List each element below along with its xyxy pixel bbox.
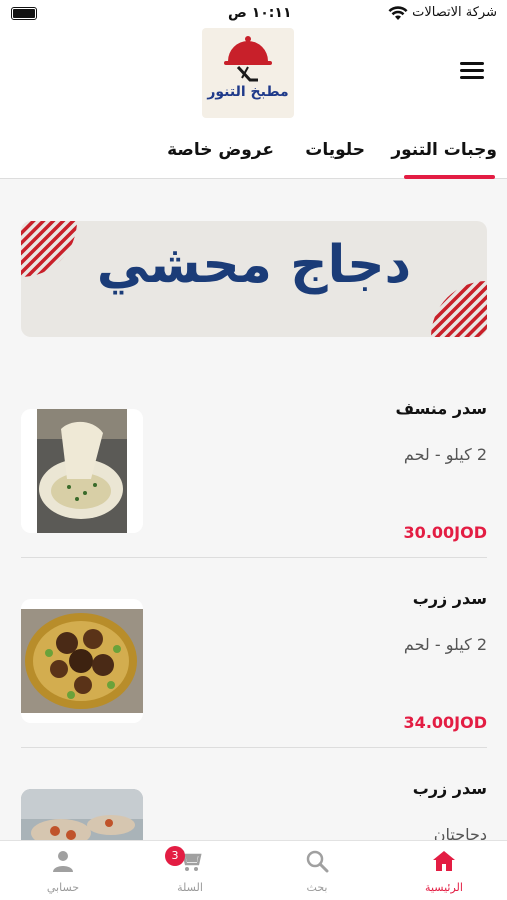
product-title: سدر زرب [412,779,487,798]
nav-home[interactable]: الرئيسية [381,841,507,900]
nav-cart-label: السلة [177,881,203,894]
product-price: 30.00JOD [403,523,487,542]
tab-sweets[interactable]: حلويات [305,140,365,160]
home-icon [433,851,455,871]
user-icon [53,851,73,872]
product-card[interactable]: سدر زرب دجاجتان [21,765,487,840]
wifi-icon [388,6,408,20]
tab-tannour-meals[interactable]: وجبات التنور [391,140,497,160]
product-title: سدر منسف [395,399,487,418]
status-time: ١٠:١١ ص [228,5,292,21]
nav-search-label: بحث [306,881,328,894]
banner-title: دجاج محشي [96,235,412,295]
product-image [21,789,143,840]
nav-search[interactable]: بحث [254,841,380,900]
tab-special-offers[interactable]: عروض خاصة [167,140,274,160]
product-title: سدر زرب [412,589,487,608]
logo-text: مطبخ التنور [207,84,289,100]
active-tab-indicator [404,175,495,179]
nav-cart[interactable]: 3 السلة [127,841,253,900]
product-price: 34.00JOD [403,713,487,732]
carrier-name: شركة الاتصالات [412,5,497,20]
app-header: مطبخ التنور [0,28,507,132]
status-bar: ١٠:١١ ص شركة الاتصالات [0,0,507,28]
restaurant-logo: مطبخ التنور [202,28,294,118]
cart-count-badge: 3 [165,846,185,866]
product-description: 2 كيلو - لحم [403,445,487,464]
product-image [21,409,143,533]
cloche-chef-icon [224,36,272,82]
divider [21,557,487,558]
product-card[interactable]: سدر منسف 2 كيلو - لحم 30.00JOD [21,385,487,558]
product-description: دجاجتان [433,825,487,840]
nav-account-label: حسابي [46,881,80,894]
search-icon [306,850,329,873]
hamburger-menu-button[interactable] [460,62,484,82]
menu-icon [460,62,484,65]
battery-icon [11,7,37,20]
product-description: 2 كيلو - لحم [403,635,487,654]
bottom-navigation: الرئيسية بحث 3 السلة حسابي [0,840,507,900]
product-image [21,599,143,723]
product-card[interactable]: سدر زرب 2 كيلو - لحم 34.00JOD [21,575,487,748]
nav-account[interactable]: حسابي [0,841,126,900]
promo-banner[interactable]: دجاج محشي [21,221,487,337]
category-tabs: وجبات التنور حلويات عروض خاصة [0,132,507,179]
nav-home-label: الرئيسية [425,881,463,894]
divider [21,747,487,748]
